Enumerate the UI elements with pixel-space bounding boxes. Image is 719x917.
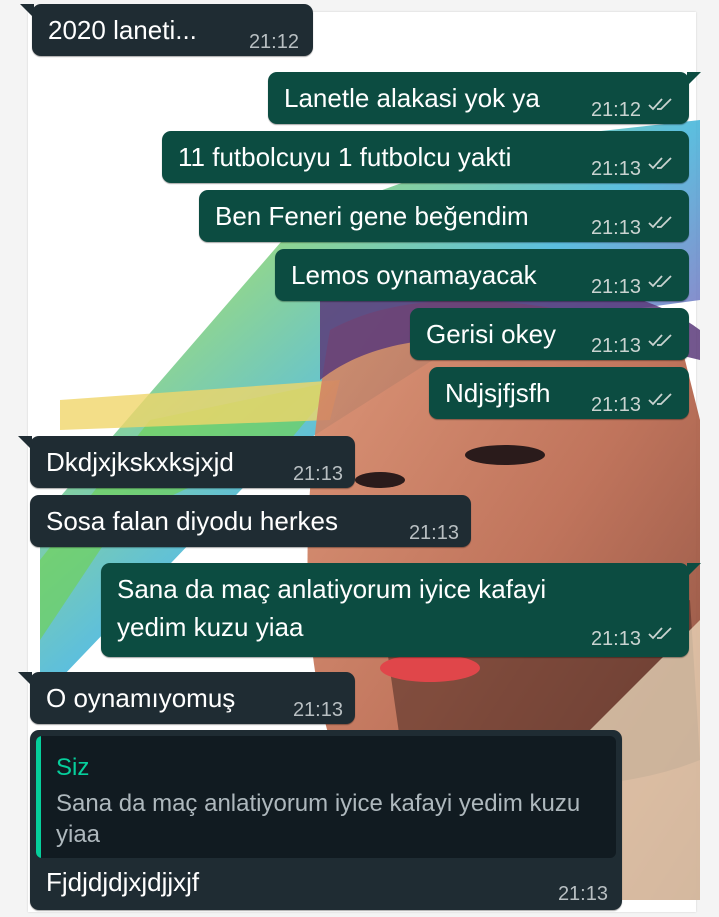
outgoing-message[interactable]: Lanetle alakasi yok ya 21:12 bbox=[268, 72, 701, 124]
message-text: Fjdjdjdjxjdjjxjf bbox=[46, 867, 200, 897]
message-text: 11 futbolcuyu 1 futbolcu yakti bbox=[178, 142, 512, 172]
incoming-message[interactable]: 2020 laneti... 21:12 bbox=[20, 4, 313, 56]
message-text: Sosa falan diyodu herkes bbox=[46, 506, 338, 536]
incoming-message[interactable]: O oynamıyomuş 21:13 bbox=[18, 672, 355, 724]
double-check-icon bbox=[648, 627, 672, 640]
message-text: Gerisi okey bbox=[426, 319, 557, 349]
message-time: 21:13 bbox=[590, 394, 641, 416]
double-check-icon bbox=[648, 157, 672, 170]
message-time: 21:13 bbox=[292, 463, 343, 485]
message-time: 21:13 bbox=[292, 699, 343, 721]
message-time: 21:13 bbox=[590, 158, 641, 180]
message-time: 21:13 bbox=[590, 217, 641, 239]
quote-author: Siz bbox=[56, 754, 90, 781]
double-check-icon bbox=[648, 275, 672, 288]
incoming-reply-message[interactable]: Siz Sana da maç anlatiyorum iyice kafayi… bbox=[30, 730, 622, 910]
bubble-tail bbox=[18, 672, 32, 686]
quote-accent-bar bbox=[36, 736, 41, 858]
bubble-tail bbox=[687, 72, 701, 86]
message-text: Dkdjxjkskxksjxjd bbox=[46, 447, 234, 477]
quote-text: Sana da maç anlatiyorum iyice kafayi yed… bbox=[56, 790, 581, 848]
bubble-tail bbox=[687, 563, 701, 577]
message-text-line-2: yedim kuzu yiaa bbox=[117, 612, 304, 642]
message-text-line-1: Sana da maç anlatiyorum iyice kafayi bbox=[117, 574, 547, 604]
double-check-icon bbox=[648, 334, 672, 347]
message-time: 21:13 bbox=[590, 335, 641, 357]
double-check-icon bbox=[648, 393, 672, 406]
outgoing-message[interactable]: Ben Feneri gene beğendim 21:13 bbox=[199, 190, 689, 242]
message-text: Lemos oynamayacak bbox=[291, 260, 537, 290]
outgoing-message[interactable]: Gerisi okey 21:13 bbox=[410, 308, 689, 360]
message-text: O oynamıyomuş bbox=[46, 683, 236, 713]
quoted-message[interactable]: Siz Sana da maç anlatiyorum iyice kafayi… bbox=[36, 736, 616, 858]
message-text: Ben Feneri gene beğendim bbox=[215, 201, 529, 231]
incoming-message[interactable]: Sosa falan diyodu herkes 21:13 bbox=[30, 495, 471, 547]
message-time: 21:12 bbox=[248, 31, 299, 53]
outgoing-message[interactable]: 11 futbolcuyu 1 futbolcu yakti 21:13 bbox=[162, 131, 689, 183]
bubble-tail bbox=[18, 436, 32, 450]
message-time: 21:13 bbox=[557, 883, 608, 905]
outgoing-message[interactable]: Ndjsjfjsfh 21:13 bbox=[429, 367, 689, 419]
message-text: 2020 laneti... bbox=[48, 15, 197, 45]
bubble-tail bbox=[20, 4, 34, 18]
outgoing-message[interactable]: Sana da maç anlatiyorum iyice kafayi yed… bbox=[101, 563, 701, 657]
message-time: 21:12 bbox=[590, 99, 641, 121]
message-text: Ndjsjfjsfh bbox=[445, 378, 551, 408]
message-text: Lanetle alakasi yok ya bbox=[284, 83, 540, 113]
incoming-message[interactable]: Dkdjxjkskxksjxjd 21:13 bbox=[18, 436, 355, 488]
message-time: 21:13 bbox=[408, 522, 459, 544]
double-check-icon bbox=[648, 98, 672, 111]
outgoing-message[interactable]: Lemos oynamayacak 21:13 bbox=[275, 249, 689, 301]
message-time: 21:13 bbox=[590, 628, 641, 650]
double-check-icon bbox=[648, 216, 672, 229]
message-time: 21:13 bbox=[590, 276, 641, 298]
